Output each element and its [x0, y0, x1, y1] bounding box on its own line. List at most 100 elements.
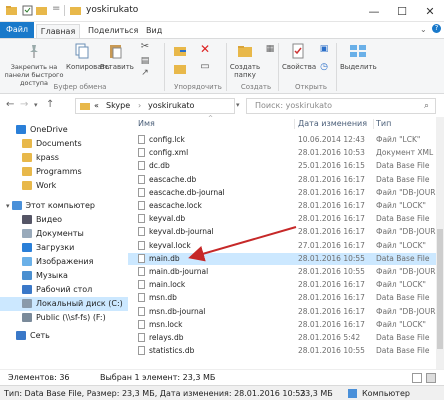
maximize-button[interactable]: ☐ — [388, 0, 416, 22]
window-title: yoskirukato — [86, 5, 139, 15]
annotation-arrow — [188, 226, 297, 262]
nav-kpass[interactable]: kpass — [22, 151, 59, 165]
properties-button[interactable]: Свойства — [282, 43, 317, 71]
rename-button[interactable]: ▭ — [196, 61, 214, 72]
tab-view[interactable]: Вид — [146, 24, 162, 38]
ribbon: Закрепить на панели быстрого доступа Коп… — [0, 38, 444, 94]
new-item-button[interactable]: ▦ — [262, 44, 278, 54]
nav-music[interactable]: Музыка — [22, 269, 68, 283]
history-button[interactable]: ◷ — [316, 62, 332, 72]
address-dropdown-icon[interactable]: ▾ — [236, 101, 240, 109]
nav-local-disk-c[interactable]: Локальный диск (C:) — [0, 297, 128, 311]
copy-button[interactable]: Копировать — [66, 43, 110, 71]
nav-desktop[interactable]: Рабочий стол — [22, 283, 92, 297]
copy-label: Копировать — [66, 63, 110, 71]
breadcrumb-item[interactable]: yoskirukato — [148, 99, 194, 113]
ribbon-separator — [278, 43, 279, 91]
paste-button[interactable]: Вставить — [100, 43, 134, 71]
copy-path-button[interactable]: ▤ — [134, 56, 156, 66]
properties-quick-icon[interactable] — [22, 5, 33, 16]
properties-icon — [292, 43, 304, 59]
vertical-scrollbar[interactable] — [436, 117, 444, 369]
folder-icon — [6, 6, 17, 15]
tab-file[interactable]: Файл — [0, 22, 34, 38]
up-button[interactable]: ↑ — [46, 99, 54, 110]
select-all-icon — [350, 45, 366, 57]
pin-quick-access-button[interactable]: Закрепить на панели быстрого доступа — [4, 43, 64, 87]
desktop-icon — [22, 285, 32, 294]
nav-downloads[interactable]: Загрузки — [22, 241, 74, 255]
nav-programms[interactable]: Programms — [22, 165, 82, 179]
nav-network[interactable]: Сеть — [16, 329, 50, 343]
ribbon-expand-icon[interactable]: ⌄ — [420, 25, 427, 34]
scrollbar-thumb[interactable] — [437, 229, 443, 349]
copy-path-icon: ▤ — [140, 56, 150, 66]
location-label: Компьютер — [362, 389, 410, 398]
cloud-icon — [16, 125, 26, 134]
tab-share[interactable]: Поделиться — [88, 24, 138, 38]
nav-work[interactable]: Work — [22, 179, 56, 193]
scissors-icon: ✂ — [140, 41, 150, 52]
nav-documents[interactable]: Documents — [22, 137, 82, 151]
navigation-pane: OneDrive Documents kpass Programms Work … — [0, 117, 128, 369]
nav-onedrive[interactable]: OneDrive — [16, 123, 68, 137]
move-to-button[interactable] — [172, 45, 190, 59]
rename-icon: ▭ — [200, 61, 210, 72]
tab-home[interactable]: Главная — [36, 24, 80, 38]
network-drive-icon — [22, 313, 32, 322]
details-view-button[interactable] — [412, 373, 422, 383]
forward-button[interactable]: → — [20, 99, 28, 110]
title-divider — [64, 5, 65, 16]
select-button[interactable]: Выделить — [340, 43, 377, 71]
search-icon: ⌕ — [424, 101, 430, 111]
copy-to-button[interactable] — [172, 63, 190, 77]
new-folder-label: Создать папку — [229, 63, 261, 79]
music-icon — [22, 271, 32, 280]
pin-icon — [30, 45, 38, 58]
select-label: Выделить — [340, 63, 377, 71]
recent-dropdown-icon[interactable]: ▾ — [34, 101, 38, 109]
drive-icon — [22, 299, 32, 308]
ribbon-separator — [336, 43, 337, 91]
copy-icon — [75, 43, 89, 59]
folder-icon — [80, 103, 90, 110]
close-button[interactable]: ✕ — [416, 0, 444, 22]
breadcrumb-overflow[interactable]: « — [94, 99, 99, 113]
properties-label: Свойства — [282, 63, 317, 71]
tiles-view-button[interactable] — [426, 373, 436, 383]
new-item-icon: ▦ — [265, 44, 275, 54]
breadcrumb-separator-icon: › — [138, 101, 142, 110]
breadcrumb-item[interactable]: Skype — [106, 99, 130, 113]
history-icon: ◷ — [320, 62, 328, 72]
shortcut-icon: ↗ — [141, 68, 149, 78]
address-bar[interactable]: « Skype › yoskirukato — [75, 98, 235, 114]
file-size: 23,3 МБ — [300, 389, 333, 398]
quick-access-dropdown-icon[interactable]: = — [52, 3, 60, 14]
download-icon — [22, 243, 32, 252]
nav-pictures[interactable]: Изображения — [22, 255, 93, 269]
back-button[interactable]: ← — [6, 99, 14, 110]
help-icon[interactable]: ? — [432, 24, 441, 33]
selection-info: Выбран 1 элемент: 23,3 МБ — [100, 373, 216, 382]
paste-icon — [110, 45, 122, 59]
paste-label: Вставить — [100, 63, 134, 71]
create-group-label: Создать — [240, 83, 272, 91]
file-details: Тип: Data Base File, Размер: 23,3 МБ, Да… — [4, 389, 306, 398]
paste-shortcut-button[interactable]: ↗ — [134, 68, 156, 78]
delete-button[interactable]: ✕ — [196, 43, 214, 55]
new-folder-quick-icon[interactable] — [36, 5, 47, 16]
file-list: Имя Дата изменения Тип ^ config.lck 10.06… — [128, 115, 444, 369]
nav-public-drive[interactable]: Public (\\sf-fs) (F:) — [22, 311, 106, 325]
folder-icon — [22, 167, 32, 176]
nav-documents-pc[interactable]: Документы — [22, 227, 84, 241]
minimize-button[interactable]: — — [360, 0, 388, 22]
open-button[interactable]: ▣ — [316, 45, 332, 54]
new-folder-icon — [238, 46, 252, 57]
nav-videos[interactable]: Видео — [22, 213, 62, 227]
nav-this-pc[interactable]: ▾ Этот компьютер — [6, 199, 95, 213]
search-input[interactable]: Поиск: yoskirukato — [246, 98, 436, 114]
folder-icon — [22, 181, 32, 190]
folder-icon — [22, 153, 32, 162]
cut-button[interactable]: ✂ — [134, 41, 156, 52]
new-folder-button[interactable]: Создать папку — [228, 43, 262, 79]
